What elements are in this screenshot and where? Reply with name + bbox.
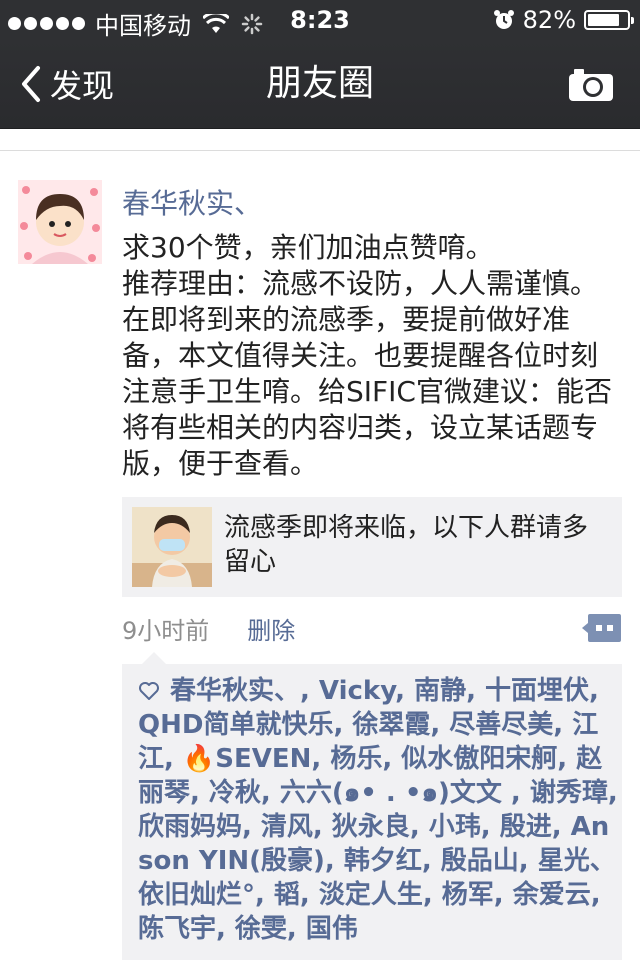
comment-icon[interactable]: [582, 612, 622, 644]
shared-link-card[interactable]: 流感季即将来临，以下人群请多留心: [122, 497, 622, 597]
battery-icon: [584, 10, 634, 30]
author-avatar[interactable]: [18, 180, 102, 264]
alarm-clock-icon: [493, 10, 514, 29]
author-name[interactable]: 春华秋实、: [122, 182, 262, 222]
post-meta: 9小时前 删除: [122, 611, 295, 646]
child-with-mask-image: [132, 507, 212, 587]
link-title: 流感季即将来临，以下人群请多留心: [224, 513, 589, 577]
status-right: 82%: [493, 6, 634, 34]
likes-pointer: [142, 652, 166, 664]
delete-button[interactable]: 删除: [247, 611, 295, 646]
status-bar: 中国移动 8:23 82%: [0, 0, 640, 40]
moments-page: 中国移动 8:23 82% 发现 朋友圈 春华秋实、 求30个赞，亲们加油点赞唷…: [0, 0, 640, 960]
battery-percent: 82%: [522, 6, 576, 34]
post-time: 9小时前: [122, 616, 210, 645]
divider: [0, 150, 640, 151]
likes-panel: 春华秋实、, Vicky, 南静, 十面埋伏, QHD简单就快乐, 徐翠霞, 尽…: [122, 664, 622, 960]
post-text: 求30个赞，亲们加油点赞唷。 推荐理由：流感不设防，人人需谨慎。在即将到来的流感…: [122, 231, 612, 480]
battery-nub: [631, 17, 634, 24]
heart-outline-icon: [139, 682, 159, 700]
camera-icon[interactable]: [568, 66, 614, 102]
likes-names[interactable]: 春华秋实、, Vicky, 南静, 十面埋伏, QHD简单就快乐, 徐翠霞, 尽…: [138, 676, 618, 944]
page-title: 朋友圈: [265, 63, 374, 104]
likes-list: 春华秋实、, Vicky, 南静, 十面埋伏, QHD简单就快乐, 徐翠霞, 尽…: [138, 674, 618, 946]
cartoon-avatar-icon: [18, 180, 102, 264]
navigation-bar: 发现 朋友圈: [0, 40, 640, 129]
link-thumbnail: [132, 507, 212, 587]
battery-fill: [588, 14, 620, 26]
